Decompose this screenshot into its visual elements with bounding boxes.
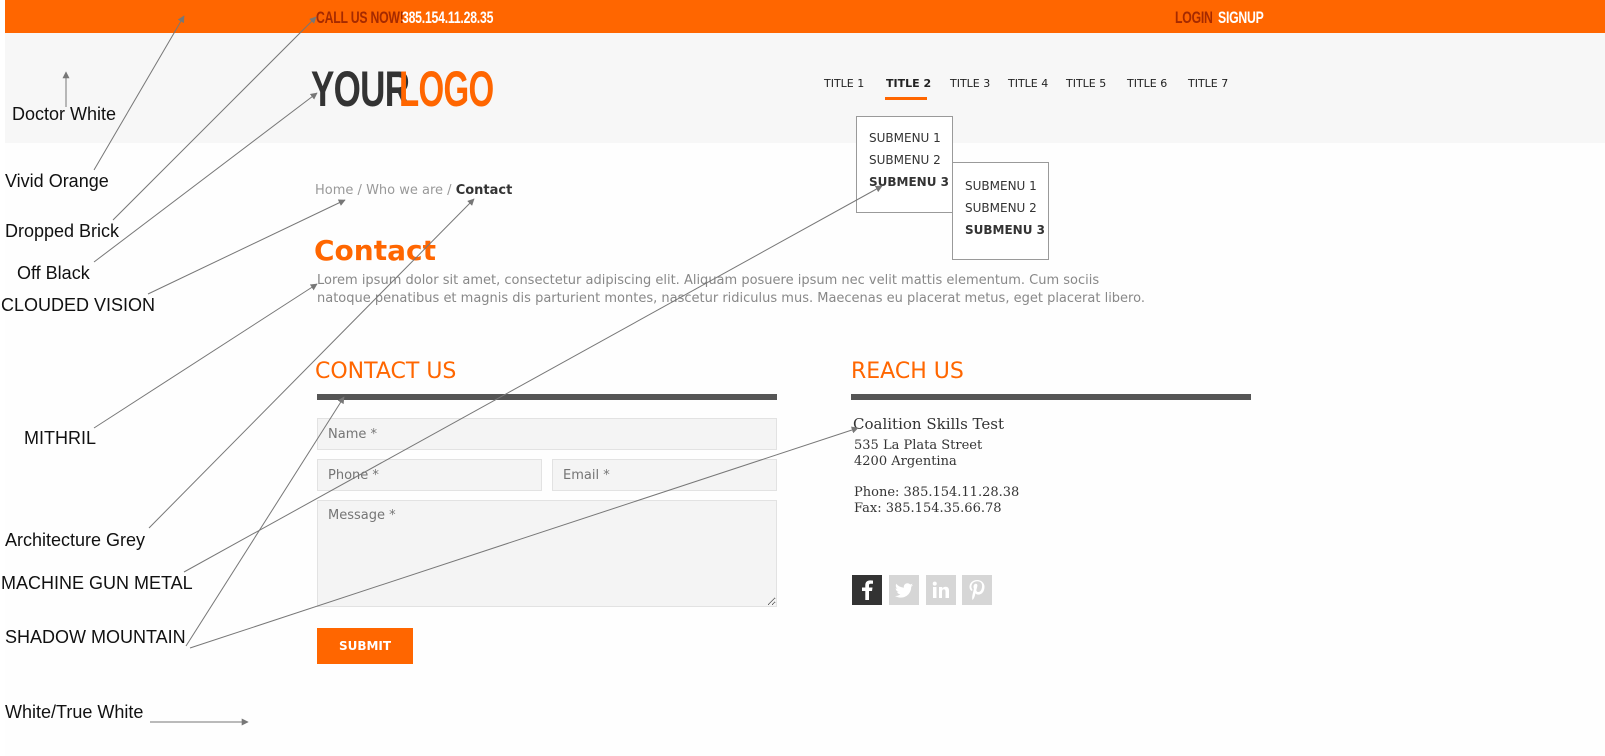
arrow-shadow-mountain-2 [189,426,859,649]
arrow-off-black [93,92,318,263]
arrow-clouded-vision [147,199,346,295]
arrow-machine-gun-metal [183,185,883,573]
arrow-shadow-mountain-1 [185,396,345,647]
arrow-vivid-orange [93,15,185,171]
arrow-dropped-brick [112,16,317,221]
arrow-mithril [93,283,318,429]
annotation-arrows [62,15,883,726]
arrow-architecture-grey [148,198,475,529]
